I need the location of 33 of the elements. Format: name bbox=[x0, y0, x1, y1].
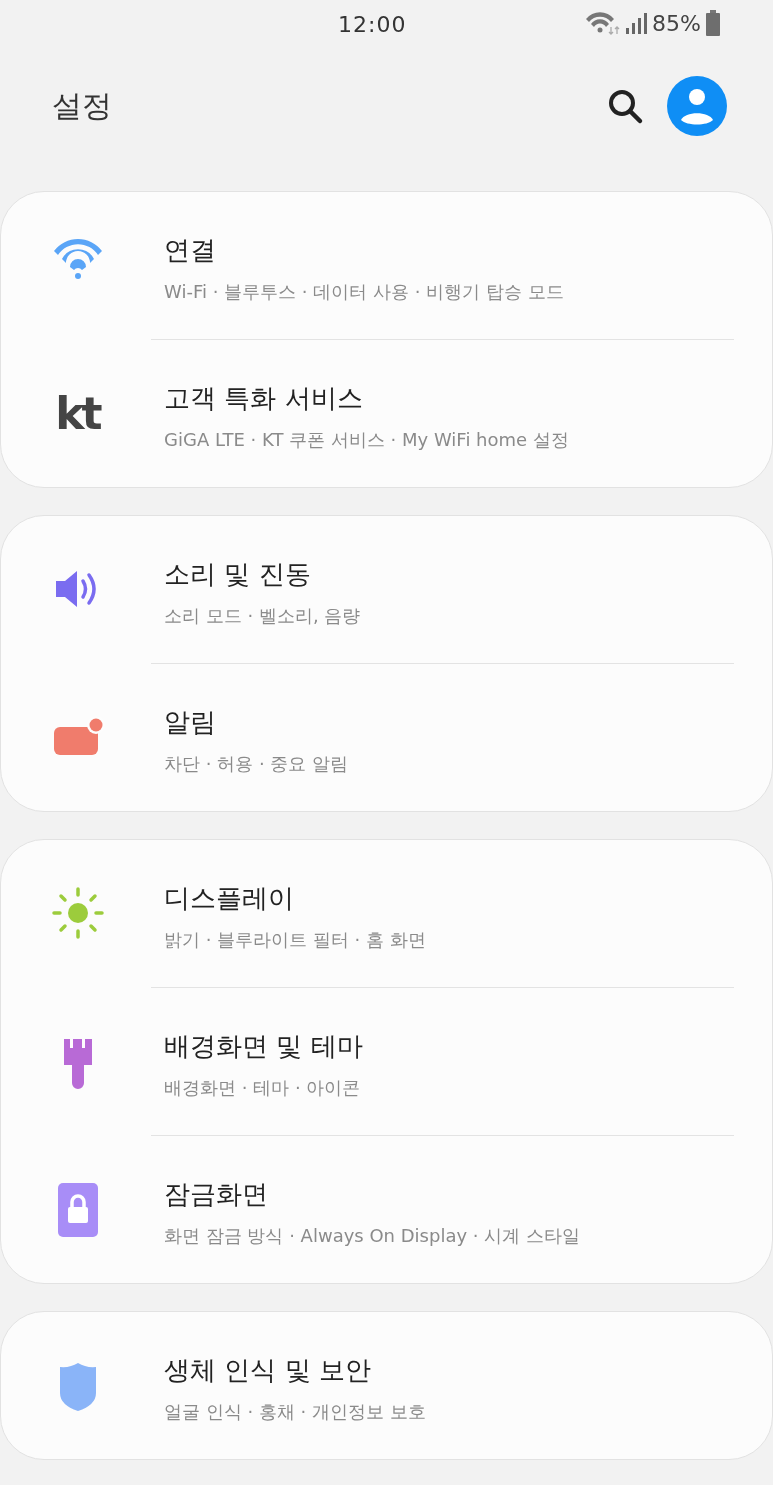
person-icon bbox=[667, 76, 727, 136]
battery-percentage: 85% bbox=[652, 10, 701, 36]
cellular-signal-icon bbox=[624, 11, 649, 35]
wifi-signal-icon bbox=[584, 11, 621, 35]
item-title: 잠금화면 bbox=[164, 1178, 269, 1211]
settings-item[interactable]: 연결 Wi-Fi · 블루투스 · 데이터 사용 · 비행기 탑승 모드 bbox=[1, 192, 772, 339]
item-title: 연결 bbox=[164, 234, 217, 267]
settings-item[interactable]: kt 고객 특화 서비스 GiGA LTE · KT 쿠폰 서비스 · My WiFi home 설정 bbox=[1, 340, 772, 487]
item-subtitle: 화면 잠금 방식 · Always On Display · 시계 스타일 bbox=[164, 1224, 580, 1248]
page-title: 설정 bbox=[52, 86, 112, 125]
item-subtitle: Wi-Fi · 블루투스 · 데이터 사용 · 비행기 탑승 모드 bbox=[164, 280, 564, 304]
item-title: 소리 및 진동 bbox=[164, 558, 312, 591]
item-title: 알림 bbox=[164, 706, 217, 739]
settings-item[interactable]: 배경화면 및 테마 배경화면 · 테마 · 아이콘 bbox=[1, 988, 772, 1135]
item-title: 디스플레이 bbox=[164, 882, 295, 915]
settings-item[interactable]: 생체 인식 및 보안 얼굴 인식 · 홍채 · 개인정보 보호 bbox=[1, 1312, 772, 1459]
item-subtitle: 배경화면 · 테마 · 아이콘 bbox=[164, 1076, 362, 1100]
item-title: 고객 특화 서비스 bbox=[164, 382, 364, 415]
logo: kt bbox=[55, 391, 100, 436]
item-subtitle: 밝기 · 블루라이트 필터 · 홈 화면 bbox=[164, 928, 426, 952]
settings-item[interactable]: 소리 및 진동 소리 모드 · 벨소리, 음량 bbox=[1, 516, 772, 663]
settings-item[interactable]: 잠금화면 화면 잠금 방식 · Always On Display · 시계 스타일 bbox=[1, 1136, 772, 1283]
item-subtitle: 차단 · 허용 · 중요 알림 bbox=[164, 752, 349, 776]
item-subtitle: GiGA LTE · KT 쿠폰 서비스 · My WiFi home 설정 bbox=[164, 428, 569, 452]
item-title: 배경화면 및 테마 bbox=[164, 1030, 363, 1063]
clock-time: 12:00 bbox=[338, 12, 407, 37]
item-title: 생체 인식 및 보안 bbox=[164, 1354, 372, 1387]
item-subtitle: 소리 모드 · 벨소리, 음량 bbox=[164, 604, 361, 628]
account-avatar[interactable] bbox=[667, 76, 727, 136]
settings-item[interactable]: 알림 차단 · 허용 · 중요 알림 bbox=[1, 664, 772, 811]
item-subtitle: 얼굴 인식 · 홍채 · 개인정보 보호 bbox=[164, 1400, 426, 1424]
settings-item[interactable]: 디스플레이 밝기 · 블루라이트 필터 · 홈 화면 bbox=[1, 840, 772, 987]
battery-icon bbox=[705, 10, 721, 36]
